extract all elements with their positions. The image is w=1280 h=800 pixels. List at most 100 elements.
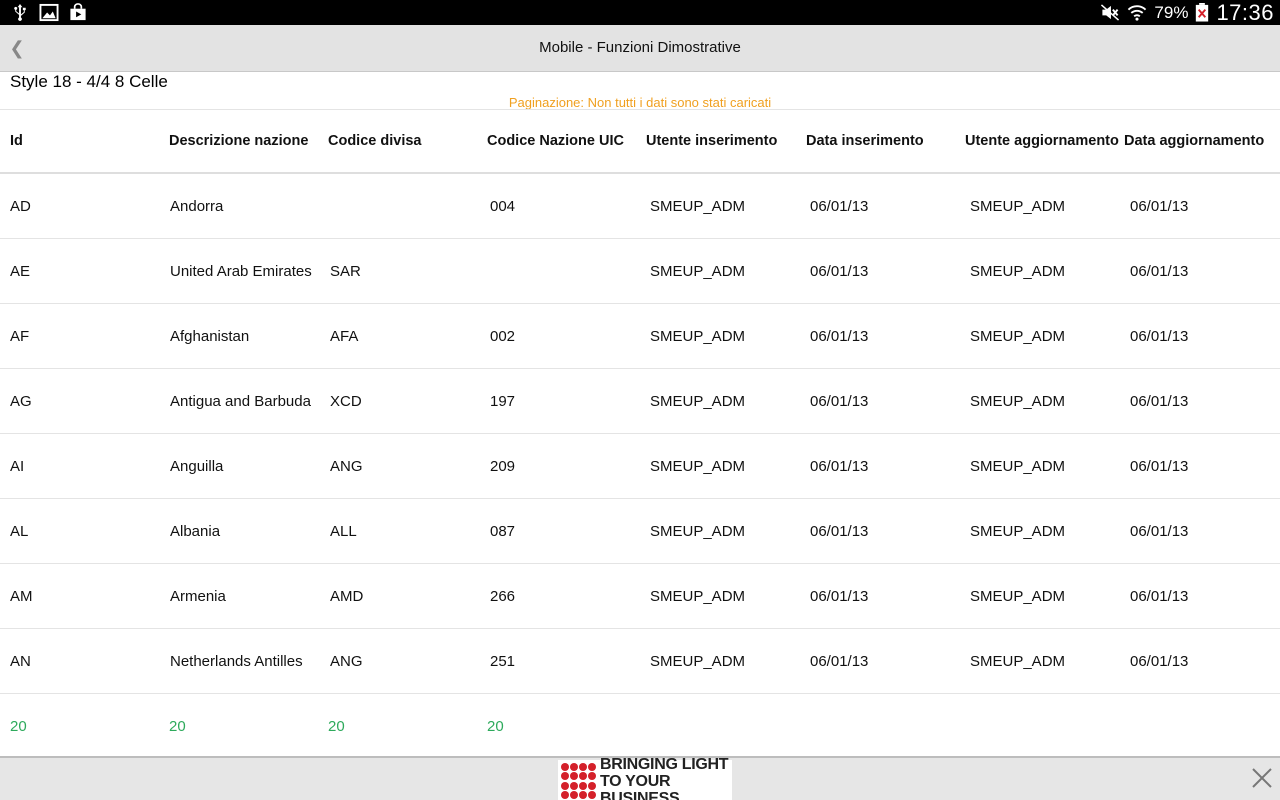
cell-descrizione: Anguilla [170, 457, 224, 475]
table-row[interactable]: AL Albania ALL 087 SMEUP_ADM 06/01/13 SMEUP_AD… [0, 499, 1280, 564]
cell-descrizione: Netherlands Antilles [170, 652, 303, 670]
cell-data-inserimento: 06/01/13 [810, 262, 869, 280]
cell-utente-aggiornamento: SMEUP_ADM [970, 587, 1066, 605]
cell-codice-nazione: 209 [490, 457, 516, 475]
cell-id: AM [10, 587, 33, 605]
close-icon[interactable] [1250, 766, 1274, 790]
cell-utente-aggiornamento: SMEUP_ADM [970, 327, 1066, 345]
cell-divisa: XCD [330, 392, 362, 410]
cell-data-aggiornamento: 06/01/13 [1130, 652, 1189, 670]
battery-icon [1195, 3, 1209, 22]
cell-codice-nazione: 251 [490, 652, 516, 670]
ad-line-1: BRINGING LIGHT [600, 755, 729, 773]
column-header-utente-aggiornamento[interactable]: Utente aggiornamento [965, 110, 1119, 172]
cell-id: AL [10, 522, 29, 540]
cell-id: AF [10, 327, 30, 345]
column-header-divisa[interactable]: Codice divisa [328, 110, 421, 172]
table-row[interactable]: AD Andorra 004 SMEUP_ADM 06/01/13 SMEUP_ADM 06… [0, 174, 1280, 239]
store-bag-icon [68, 3, 88, 22]
style-label: Style 18 - 4/4 8 Celle [10, 72, 168, 91]
cell-data-inserimento: 06/01/13 [810, 457, 869, 475]
table-row[interactable]: AF Afghanistan AFA 002 SMEUP_ADM 06/01/13 SMEU… [0, 304, 1280, 369]
cell-divisa: ANG [330, 457, 363, 475]
cell-data-aggiornamento: 06/01/13 [1130, 587, 1189, 605]
cell-id: AD [10, 197, 31, 215]
cell-codice-nazione: 266 [490, 587, 516, 605]
cell-utente-inserimento: SMEUP_ADM [650, 392, 746, 410]
ad-bar: BRINGING LIGHT TO YOUR BUSINESS [0, 756, 1280, 800]
cell-divisa: AMD [330, 587, 364, 605]
cell-utente-aggiornamento: SMEUP_ADM [970, 652, 1066, 670]
page-title: Mobile - Funzioni Dimostrative [539, 39, 741, 56]
ad-banner[interactable]: BRINGING LIGHT TO YOUR BUSINESS [558, 756, 732, 800]
data-table: Id Descrizione nazione Codice divisa Codice… [0, 109, 1280, 758]
ad-text: BRINGING LIGHT TO YOUR BUSINESS [600, 756, 732, 800]
cell-divisa: ANG [330, 652, 363, 670]
cell-utente-aggiornamento: SMEUP_ADM [970, 457, 1066, 475]
system-icons: 79% 17:36 [1100, 0, 1274, 25]
cell-descrizione: Afghanistan [170, 327, 250, 345]
cell-utente-aggiornamento: SMEUP_ADM [970, 197, 1066, 215]
notification-icons [10, 3, 88, 22]
table-body: AD Andorra 004 SMEUP_ADM 06/01/13 SMEUP_ADM 06… [0, 174, 1280, 694]
cell-utente-inserimento: SMEUP_ADM [650, 197, 746, 215]
column-header-data-aggiornamento[interactable]: Data aggiornamento [1124, 110, 1264, 172]
column-header-codice-nazione[interactable]: Codice Nazione UIC [487, 110, 624, 172]
cell-descrizione: Antigua and Barbuda [170, 392, 311, 410]
title-bar: ❮ Mobile - Funzioni Dimostrative [0, 25, 1280, 72]
cell-data-aggiornamento: 06/01/13 [1130, 457, 1189, 475]
cell-divisa: AFA [330, 327, 359, 345]
table-row[interactable]: AG Antigua and Barbuda XCD 197 SMEUP_ADM 06/0… [0, 369, 1280, 434]
cell-id: AI [10, 457, 25, 475]
cell-data-inserimento: 06/01/13 [810, 392, 869, 410]
pagination-note: Paginazione: Non tutti i dati sono stati… [508, 95, 772, 110]
cell-utente-inserimento: SMEUP_ADM [650, 327, 746, 345]
column-header-id[interactable]: Id [10, 110, 23, 172]
cell-descrizione: Armenia [170, 587, 226, 605]
cell-utente-inserimento: SMEUP_ADM [650, 457, 746, 475]
cell-codice-nazione: 197 [490, 392, 516, 410]
table-row[interactable]: AE United Arab Emirates SAR SMEUP_ADM 06/01/… [0, 239, 1280, 304]
cell-data-inserimento: 06/01/13 [810, 327, 869, 345]
footer-count-descrizione: 20 [169, 717, 186, 735]
cell-descrizione: Albania [170, 522, 221, 540]
cell-data-inserimento: 06/01/13 [810, 197, 869, 215]
clock: 17:36 [1216, 0, 1274, 25]
ad-line-2: TO YOUR BUSINESS [600, 772, 680, 800]
cell-divisa: SAR [330, 262, 361, 280]
footer-count-divisa: 20 [328, 717, 345, 735]
cell-data-aggiornamento: 06/01/13 [1130, 522, 1189, 540]
cell-utente-inserimento: SMEUP_ADM [650, 262, 746, 280]
table-header: Id Descrizione nazione Codice divisa Codice… [0, 109, 1280, 174]
column-header-utente-inserimento[interactable]: Utente inserimento [646, 110, 777, 172]
cell-divisa: ALL [330, 522, 357, 540]
footer-count-codice-nazione: 20 [487, 717, 504, 735]
column-header-data-inserimento[interactable]: Data inserimento [806, 110, 924, 172]
table-row[interactable]: AI Anguilla ANG 209 SMEUP_ADM 06/01/13 SMEUP_A… [0, 434, 1280, 499]
column-header-descrizione[interactable]: Descrizione nazione [169, 110, 308, 172]
cell-utente-aggiornamento: SMEUP_ADM [970, 262, 1066, 280]
cell-id: AN [10, 652, 31, 670]
cell-data-inserimento: 06/01/13 [810, 652, 869, 670]
mute-icon [1100, 3, 1120, 22]
cell-utente-inserimento: SMEUP_ADM [650, 587, 746, 605]
cell-utente-aggiornamento: SMEUP_ADM [970, 392, 1066, 410]
cell-utente-aggiornamento: SMEUP_ADM [970, 522, 1066, 540]
table-row[interactable]: AN Netherlands Antilles ANG 251 SMEUP_ADM 06/… [0, 629, 1280, 694]
cell-descrizione: United Arab Emirates [170, 262, 312, 280]
cell-data-inserimento: 06/01/13 [810, 522, 869, 540]
cell-data-aggiornamento: 06/01/13 [1130, 262, 1189, 280]
cell-data-aggiornamento: 06/01/13 [1130, 327, 1189, 345]
table-row[interactable]: AM Armenia AMD 266 SMEUP_ADM 06/01/13 SMEUP_AD… [0, 564, 1280, 629]
usb-icon [10, 3, 30, 22]
ad-logo-dots [561, 763, 596, 799]
battery-percent: 79% [1154, 2, 1189, 22]
cell-utente-inserimento: SMEUP_ADM [650, 652, 746, 670]
cell-data-inserimento: 06/01/13 [810, 587, 869, 605]
cell-id: AE [10, 262, 31, 280]
cell-data-aggiornamento: 06/01/13 [1130, 392, 1189, 410]
wifi-icon [1127, 3, 1147, 22]
table-footer: 20 20 20 20 [0, 694, 1280, 758]
cell-descrizione: Andorra [170, 197, 224, 215]
cell-codice-nazione: 002 [490, 327, 516, 345]
